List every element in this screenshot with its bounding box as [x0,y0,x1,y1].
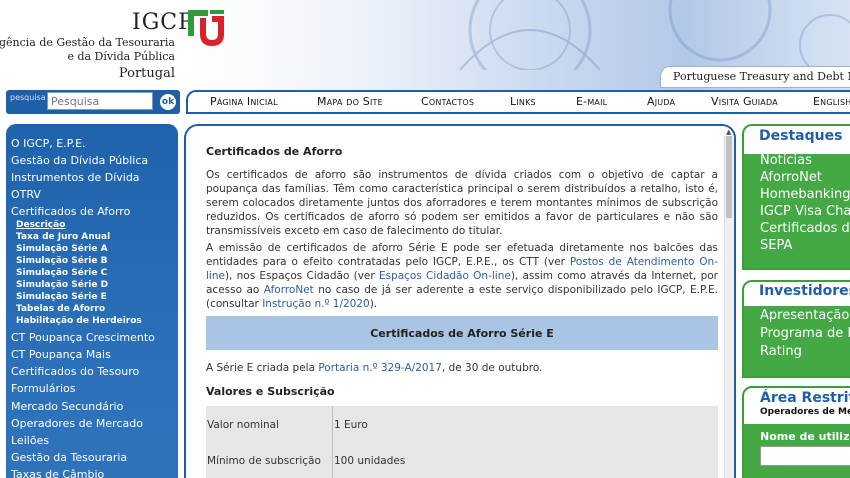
investidores-rating[interactable]: Rating [760,344,802,359]
table-cell-label: Mínimo de subscrição [207,455,321,467]
sidebar-subitem-simulacao-b[interactable]: Simulação Série B [16,256,107,266]
username-label: Nome de utilizad [760,430,850,443]
sidebar-item-certificados-aforro[interactable]: Certificados de Aforro [11,205,130,218]
sidebar-item-otrv[interactable]: OTRV [11,188,41,201]
destaque-sepa[interactable]: SEPA [760,238,792,253]
link-portaria[interactable]: Portaria n.º 329-A/2017 [318,362,442,374]
search-ok-button[interactable]: ok [158,92,178,112]
table-cell-value: 1 Euro [334,419,368,431]
sidebar-item-operadores[interactable]: Operadores de Mercado [11,417,143,430]
area-restrita-title: Área Restrita [760,390,850,406]
table-cell-label: Valor nominal [207,419,280,431]
sidebar-item-ct-mais[interactable]: CT Poupança Mais [11,348,111,361]
link-aforronet[interactable]: AforroNet [264,284,314,296]
area-restrita-subtitle: Operadores de Merca [760,407,850,417]
sidebar-item-igcp[interactable]: O IGCP, E.P.E. [11,137,86,150]
sidebar-subitem-simulacao-e[interactable]: Simulação Série E [16,292,107,302]
serie-e-banner-title: Certificados de Aforro Série E [370,327,554,340]
sidebar-subitem-habilitacao[interactable]: Habilitação de Herdeiros [16,316,142,326]
scrollbar-thumb[interactable] [726,136,732,218]
link-espacos-cidadao[interactable]: Espaços Cidadão On-line [379,270,511,282]
sidebar-subitem-simulacao-d[interactable]: Simulação Série D [16,280,108,290]
page-title: Certificados de Aforro [206,145,343,158]
sidebar-item-mercado-secundario[interactable]: Mercado Secundário [11,400,123,413]
sidebar-item-instrumentos[interactable]: Instrumentos de Dívida [11,171,140,184]
sidebar-item-taxas-cambio[interactable]: Taxas de Câmbio [11,468,104,478]
sidebar-subitem-tabelas[interactable]: Tabelas de Aforro [16,304,105,314]
table-column-divider [332,406,333,478]
destaque-visa[interactable]: IGCP Visa Char [760,204,850,219]
investidores-programa[interactable]: Programa de F [760,326,850,341]
username-input[interactable] [760,446,850,466]
link-instrucao[interactable]: Instrução n.º 1/2020 [262,298,370,310]
search-label: pesquisa [10,93,46,102]
sidebar-item-gestao-tesouraria[interactable]: Gestão da Tesouraria [11,451,127,464]
nav-pagina-inicial[interactable]: Página Inicial [210,95,278,108]
site-header: IGCP Agência de Gestão da Tesouraria e d… [0,0,850,90]
agency-country: Portugal [118,66,175,81]
nav-visita-guiada[interactable]: Visita Guiada [711,95,778,108]
nav-email[interactable]: E-mail [576,95,607,108]
nav-links[interactable]: Links [510,95,536,108]
search-input[interactable] [47,92,153,110]
values-table [206,406,718,478]
agency-name-line1: Agência de Gestão da Tesouraria [0,36,175,49]
intro-paragraph: Os certificados de aforro são instrument… [206,169,718,237]
nav-mapa-do-site[interactable]: Mapa do Site [317,95,383,108]
agency-name-line2: e da Dívida Pública [67,50,175,63]
nav-english[interactable]: English [813,95,850,108]
sidebar-item-formularios[interactable]: Formulários [11,382,76,395]
investidores-title: Investidores [759,283,850,299]
sidebar-subitem-descricao[interactable]: Descrição [16,220,65,230]
destaques-title: Destaques [759,128,843,144]
sidebar-subitem-simulacao-a[interactable]: Simulação Série A [16,244,108,254]
scroll-up-arrow-icon[interactable]: ▲ [726,128,731,136]
nav-ajuda[interactable]: Ajuda [647,95,675,108]
sidebar-item-gestao-divida[interactable]: Gestão da Dívida Pública [11,154,148,167]
destaque-homebanking[interactable]: Homebanking [760,187,850,202]
destaque-noticias[interactable]: Notícias [760,153,812,168]
igcp-logo-icon[interactable] [184,6,228,48]
sidebar-subitem-taxa-juro[interactable]: Taxa de Juro Anual [16,232,110,242]
table-cell-value: 100 unidades [334,455,406,467]
sidebar-item-certificados-tesouro[interactable]: Certificados do Tesouro [11,365,139,378]
section-heading-valores: Valores e Subscrição [206,385,335,398]
investidores-apresentacao[interactable]: Apresentação a [760,308,850,323]
nav-contactos[interactable]: Contactos [421,95,474,108]
header-azulejo-pattern [459,0,850,70]
destaque-certificados[interactable]: Certificados de [760,221,850,236]
destaque-aforronet[interactable]: AforroNet [760,170,822,185]
sidebar-subitem-simulacao-c[interactable]: Simulação Série C [16,268,107,278]
emission-paragraph: A emissão de certificados de aforro Séri… [206,242,718,310]
serie-e-paragraph: A Série E criada pela Portaria n.º 329-A… [206,362,543,374]
sidebar-item-ct-crescimento[interactable]: CT Poupança Crescimento [11,331,155,344]
tagline-text: Portuguese Treasury and Debt Man [673,70,850,83]
sidebar-item-leiloes[interactable]: Leilões [11,434,49,447]
